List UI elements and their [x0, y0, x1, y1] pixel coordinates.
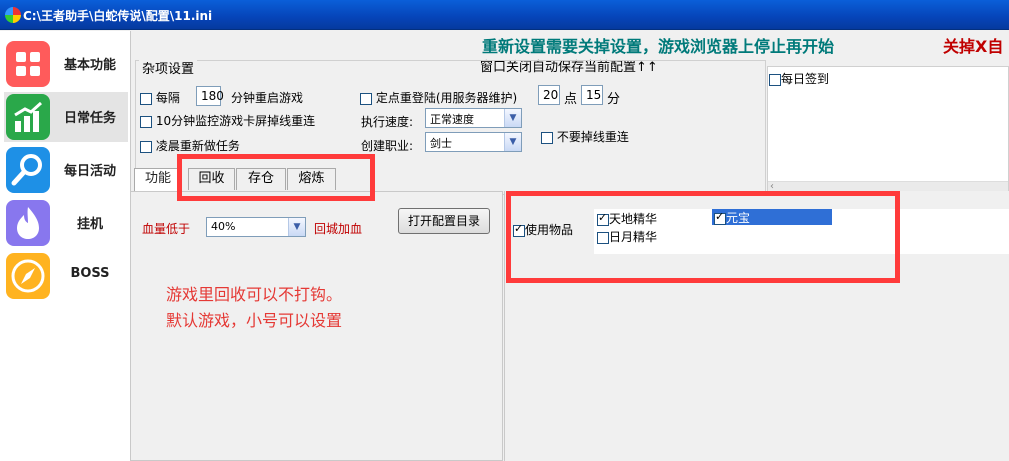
- sidebar-item-label: 每日活动: [63, 164, 116, 179]
- minute-input[interactable]: 15: [581, 85, 603, 105]
- window-title: C:\王者助手\白蛇传说\配置\11.ini: [23, 9, 213, 23]
- main-panel: 重新设置需要关掉设置，游戏浏览器上停止再开始 关掉X自 窗口关闭自动保存当前配置…: [131, 31, 1009, 461]
- job-label: 创建职业:: [361, 139, 414, 153]
- sidebar-item-label: 挂机: [76, 217, 103, 232]
- highlight-box-tabs: [177, 154, 375, 201]
- grid-icon: [6, 41, 50, 87]
- sidebar-item-label: BOSS: [70, 266, 110, 281]
- hour-input[interactable]: 20: [538, 85, 560, 105]
- compass-icon: [6, 253, 50, 299]
- sidebar-item-label: 日常任务: [63, 111, 116, 126]
- chevron-down-icon[interactable]: ▼: [504, 133, 521, 151]
- chevron-down-icon[interactable]: ▼: [504, 109, 521, 127]
- highlight-box-items: [506, 191, 900, 283]
- restart-minutes-input[interactable]: 180: [196, 86, 224, 106]
- recycle-note: 游戏里回收可以不打钩。 默认游戏，小号可以设置: [166, 282, 342, 334]
- note-line: 游戏里回收可以不打钩。: [166, 285, 343, 304]
- speed-value: 正常速度: [430, 113, 474, 126]
- signin-checkbox[interactable]: 每日签到: [769, 70, 829, 87]
- recycle-panel: 血量低于 40% ▼ 回城加血 打开配置目录 游戏里回收可以不打钩。 默认游戏，…: [131, 191, 503, 461]
- search-icon: [6, 147, 50, 193]
- return-heal-label: 回城加血: [314, 222, 363, 236]
- checkbox-box[interactable]: [140, 140, 152, 153]
- job-value: 剑士: [430, 137, 452, 150]
- signin-label: 每日签到: [781, 72, 830, 86]
- checkbox-box[interactable]: [769, 73, 781, 86]
- app-icon: [5, 7, 21, 23]
- monitor-label: 10分钟监控游戏卡屏掉线重连: [155, 114, 316, 128]
- no-reconnect-checkbox[interactable]: 不要掉线重连: [541, 128, 629, 145]
- sidebar-item-daily[interactable]: 日常任务: [4, 92, 128, 142]
- restart-label: 分钟重启游戏: [231, 91, 304, 105]
- dawn-label: 凌晨重新做任务: [155, 139, 240, 153]
- hp-label: 血量低于: [142, 222, 191, 236]
- monitor-checkbox[interactable]: 10分钟监控游戏卡屏掉线重连: [140, 112, 315, 129]
- checkbox-box[interactable]: [140, 115, 152, 128]
- flame-icon: [6, 200, 50, 246]
- checkbox-box[interactable]: [541, 131, 553, 144]
- chevron-down-icon[interactable]: ▼: [288, 218, 305, 236]
- signin-list[interactable]: 每日签到 ‹: [767, 66, 1009, 196]
- sidebar-item-basic[interactable]: 基本功能: [4, 39, 128, 89]
- speed-label: 执行速度:: [361, 115, 414, 129]
- checkbox-box[interactable]: [360, 92, 372, 105]
- dawn-checkbox[interactable]: 凌晨重新做任务: [140, 137, 240, 154]
- timed-login-checkbox[interactable]: 定点重登陆(用服务器维护): [360, 89, 517, 106]
- title-bar: C:\王者助手\白蛇传说\配置\11.ini: [0, 0, 1009, 30]
- bar-chart-icon: [6, 94, 50, 140]
- no-reconnect-label: 不要掉线重连: [556, 130, 629, 144]
- hp-value: 40%: [211, 220, 236, 233]
- minute-unit: 分: [607, 92, 621, 107]
- restart-notice: 重新设置需要关掉设置，游戏浏览器上停止再开始: [482, 37, 835, 56]
- sidebar: 基本功能 日常任务 每日活动 挂机 BOSS: [0, 31, 131, 461]
- job-select[interactable]: 剑士 ▼: [425, 132, 522, 152]
- tab-function[interactable]: 功能: [134, 168, 182, 192]
- sidebar-item-hang[interactable]: 挂机: [4, 198, 128, 248]
- hour-unit: 点: [564, 92, 578, 107]
- group-title: 杂项设置: [139, 58, 198, 77]
- speed-select[interactable]: 正常速度 ▼: [425, 108, 522, 128]
- every-label: 每隔: [155, 91, 180, 105]
- hp-threshold-select[interactable]: 40% ▼: [206, 217, 306, 237]
- close-hint: 关掉X自: [943, 37, 1004, 56]
- sidebar-item-label: 基本功能: [63, 58, 116, 73]
- open-config-button[interactable]: 打开配置目录: [398, 208, 490, 234]
- sidebar-item-event[interactable]: 每日活动: [4, 145, 128, 195]
- sidebar-item-boss[interactable]: BOSS: [4, 251, 128, 301]
- timed-login-label: 定点重登陆(用服务器维护): [375, 91, 518, 105]
- restart-checkbox[interactable]: 每隔: [140, 89, 180, 106]
- note-line: 默认游戏，小号可以设置: [166, 311, 343, 330]
- checkbox-box[interactable]: [140, 92, 152, 105]
